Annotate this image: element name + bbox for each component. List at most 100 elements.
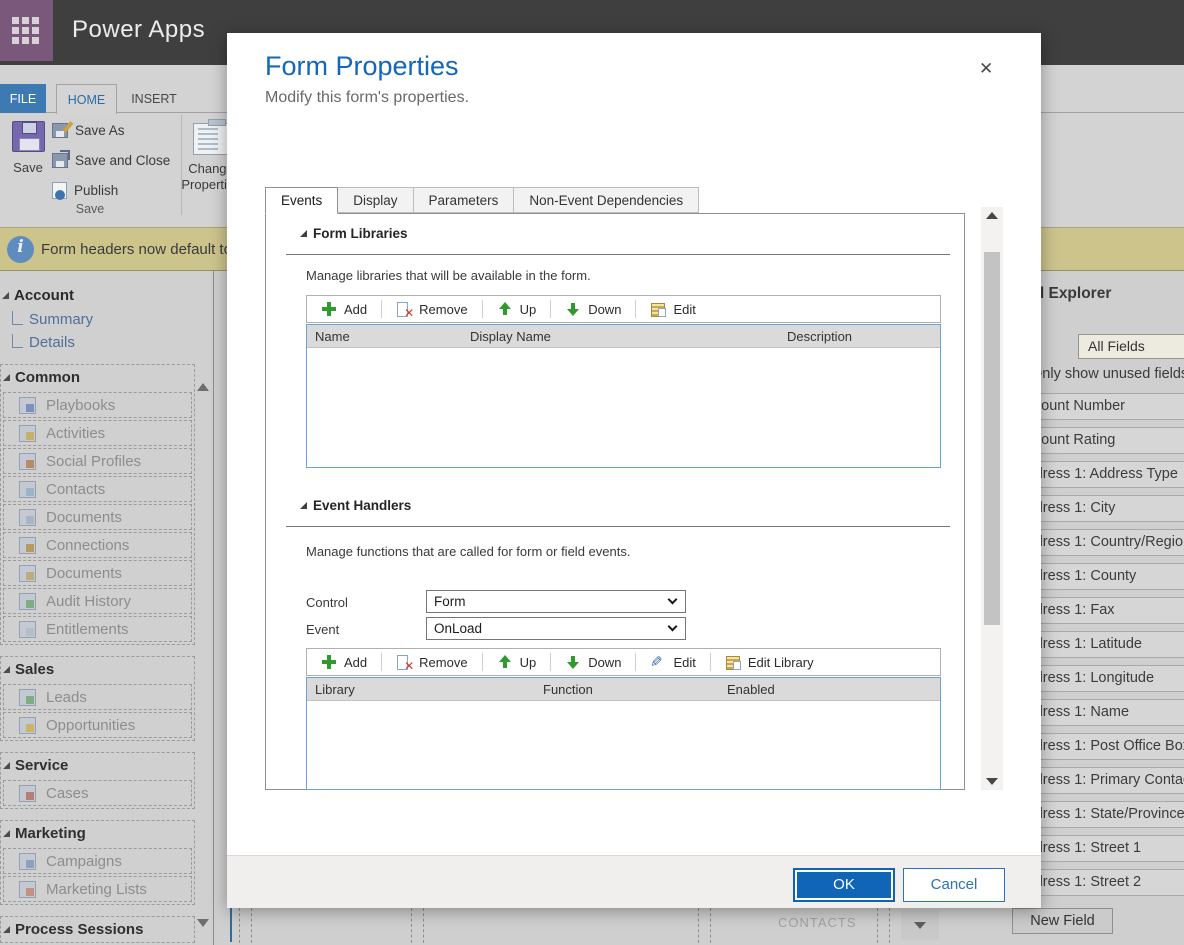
publish-icon [52, 182, 67, 199]
up-button[interactable]: Up [483, 649, 551, 675]
marketing-lists-icon [19, 881, 36, 898]
edit-button[interactable]: Edit [636, 296, 709, 322]
event-handlers-table-body[interactable] [307, 701, 940, 789]
form-libraries-table-header: Name Display Name Description [307, 325, 940, 348]
tab-file[interactable]: FILE [0, 84, 46, 113]
event-handlers-table-header: Library Function Enabled [307, 678, 940, 701]
nav-item-entitlements[interactable]: Entitlements [3, 616, 192, 642]
cancel-button[interactable]: Cancel [903, 868, 1005, 902]
canvas-dashed-line [698, 908, 699, 943]
edit-button[interactable]: Edit [636, 649, 709, 675]
canvas-dashed-line [710, 908, 711, 943]
dialog-title: Form Properties [265, 51, 459, 82]
ok-button[interactable]: OK [793, 868, 895, 902]
add-button[interactable]: Add [307, 649, 381, 675]
nav-item-marketing-lists[interactable]: Marketing Lists [3, 876, 192, 902]
tab-events[interactable]: Events [265, 187, 338, 214]
remove-button[interactable]: Remove [382, 649, 481, 675]
remove-button[interactable]: Remove [382, 296, 481, 322]
nav-section-marketing-header[interactable]: Marketing [1, 821, 194, 846]
nav-section-process-sessions-header[interactable]: Process Sessions [1, 917, 194, 942]
column-name: Name [315, 329, 350, 344]
edit-pencil-icon [650, 654, 666, 670]
app-screen: Power Apps FILE HOME INSERT Save Save As… [0, 0, 1184, 945]
add-button[interactable]: Add [307, 296, 381, 322]
campaigns-icon [19, 853, 36, 870]
chevron-down-icon [668, 595, 678, 605]
nav-account-details[interactable]: Details [12, 330, 213, 353]
scroll-up-icon[interactable] [981, 207, 1003, 223]
connections-icon [19, 537, 36, 554]
canvas-selection-line [230, 908, 232, 942]
dialog-footer: OK Cancel [227, 855, 1041, 908]
tab-parameters[interactable]: Parameters [414, 187, 515, 213]
nav-section-common-header[interactable]: Common [1, 365, 194, 390]
nav-item-playbooks[interactable]: Playbooks [3, 392, 192, 418]
canvas-dashed-line [889, 908, 890, 943]
save-button[interactable]: Save [6, 117, 50, 213]
event-handlers-header[interactable]: Event Handlers [300, 498, 411, 513]
close-icon[interactable] [979, 59, 1001, 81]
column-library: Library [315, 682, 355, 697]
scrollbar-thumb[interactable] [984, 252, 1000, 625]
event-select[interactable]: OnLoad [426, 617, 686, 640]
form-libraries-table-body[interactable] [307, 348, 940, 467]
form-libraries-header[interactable]: Form Libraries [300, 226, 408, 241]
event-handlers-description: Manage functions that are called for for… [306, 544, 630, 559]
publish-button[interactable]: Publish [52, 179, 118, 201]
nav-item-activities[interactable]: Activities [3, 420, 192, 446]
tab-home[interactable]: HOME [56, 84, 117, 114]
ribbon-group-label: Save [0, 202, 180, 216]
control-select[interactable]: Form [426, 590, 686, 613]
tab-display[interactable]: Display [338, 187, 413, 213]
down-button[interactable]: Down [551, 296, 635, 322]
nav-account-header[interactable]: Account [0, 283, 213, 307]
nav-item-campaigns[interactable]: Campaigns [3, 848, 192, 874]
nav-item-social-profiles[interactable]: Social Profiles [3, 448, 192, 474]
edit-icon [650, 301, 666, 317]
opportunities-icon [19, 717, 36, 734]
nav-section-marketing: Marketing Campaigns Marketing Lists [0, 820, 195, 905]
waffle-menu-button[interactable] [0, 0, 53, 61]
field-filter-select[interactable]: All Fields [1078, 334, 1184, 359]
unused-fields-label: Only show unused fields [1031, 366, 1184, 382]
edit-library-button[interactable]: Edit Library [711, 649, 828, 675]
canvas-dropdown-button[interactable] [901, 910, 939, 940]
canvas-dashed-line [239, 908, 240, 943]
column-enabled: Enabled [727, 682, 775, 697]
down-button[interactable]: Down [551, 649, 635, 675]
section-divider [286, 254, 950, 255]
contacts-tab-label: CONTACTS [778, 915, 857, 930]
scroll-down-icon[interactable] [981, 774, 1003, 790]
collapse-triangle-icon [2, 292, 9, 299]
nav-scroll-down-icon[interactable] [197, 919, 209, 927]
nav-item-opportunities[interactable]: Opportunities [3, 712, 192, 738]
save-as-button[interactable]: Save As [52, 119, 125, 141]
form-properties-dialog: Form Properties Modify this form's prope… [227, 33, 1041, 908]
tab-insert[interactable]: INSERT [121, 84, 187, 113]
dialog-scrollbar[interactable] [981, 207, 1003, 790]
nav-item-audit-history[interactable]: Audit History [3, 588, 192, 614]
nav-item-cases[interactable]: Cases [3, 780, 192, 806]
add-icon [321, 301, 337, 317]
canvas-dashed-line [423, 908, 424, 943]
nav-item-contacts[interactable]: Contacts [3, 476, 192, 502]
nav-item-connections[interactable]: Connections [3, 532, 192, 558]
remove-icon [396, 654, 412, 670]
new-field-button[interactable]: New Field [1012, 908, 1113, 934]
up-button[interactable]: Up [483, 296, 551, 322]
nav-section-sales-header[interactable]: Sales [1, 657, 194, 682]
nav-item-leads[interactable]: Leads [3, 684, 192, 710]
audit-history-icon [19, 593, 36, 610]
tree-branch-icon [12, 334, 23, 348]
edit-library-icon [725, 654, 741, 670]
nav-item-documents-2[interactable]: Documents [3, 560, 192, 586]
tab-non-event-dependencies[interactable]: Non-Event Dependencies [514, 187, 699, 213]
nav-section-service-header[interactable]: Service [1, 753, 194, 778]
nav-scroll-up-icon[interactable] [197, 383, 209, 391]
column-display-name: Display Name [470, 329, 551, 344]
nav-item-documents[interactable]: Documents [3, 504, 192, 530]
nav-account-summary[interactable]: Summary [12, 307, 213, 330]
collapse-triangle-icon [3, 374, 10, 381]
save-and-close-button[interactable]: Save and Close [52, 149, 170, 171]
